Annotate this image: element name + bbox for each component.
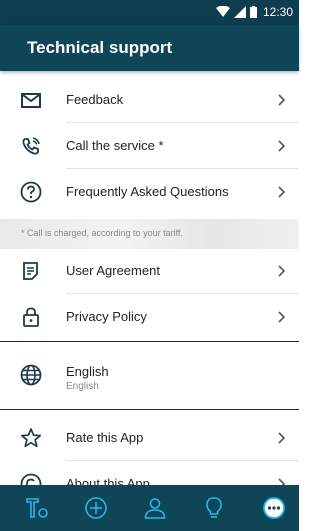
status-time: 12:30 [262, 5, 293, 19]
copyright-icon [20, 473, 42, 485]
menu-item-rate-app[interactable]: Rate this App [0, 415, 299, 461]
chevron-right-icon [278, 311, 286, 323]
chevron-right-icon [278, 186, 286, 198]
tariff-note-text: * Call is charged, according to your tar… [21, 228, 183, 238]
star-icon [20, 428, 42, 448]
globe-icon [20, 364, 42, 386]
menu-item-label: Call the service * [66, 138, 164, 153]
menu-item-call-service[interactable]: Call the service * [0, 123, 299, 169]
menu-item-feedback[interactable]: Feedback [0, 77, 299, 123]
menu-item-label: Rate this App [66, 430, 144, 445]
menu-item-label: Privacy Policy [66, 309, 147, 324]
chevron-right-icon [278, 265, 286, 277]
bottom-nav [0, 485, 299, 531]
chevron-right-icon [278, 94, 286, 106]
menu-item-label: Frequently Asked Questions [66, 184, 229, 199]
wifi-icon [215, 6, 230, 17]
profile-icon[interactable] [143, 496, 167, 520]
section-divider [0, 409, 299, 410]
chevron-right-icon [278, 478, 286, 485]
phone-icon [22, 137, 40, 155]
page-title: Technical support [27, 38, 173, 57]
chevron-right-icon [278, 140, 286, 152]
menu-item-faq[interactable]: Frequently Asked Questions [0, 169, 299, 215]
chevron-right-icon [278, 432, 286, 444]
question-circle-icon [20, 181, 42, 203]
app-bar: Technical support [0, 25, 299, 71]
menu-item-user-agreement[interactable]: User Agreement [0, 248, 299, 294]
menu-item-language[interactable]: English English [0, 342, 299, 408]
menu-item-privacy-policy[interactable]: Privacy Policy [0, 294, 299, 340]
lock-icon [23, 307, 39, 327]
menu-item-label: User Agreement [66, 263, 160, 278]
language-value: English [66, 381, 99, 392]
signal-icon [233, 6, 246, 18]
status-bar: 12:30 [0, 0, 299, 25]
document-icon [23, 262, 38, 280]
tools-icon[interactable] [25, 496, 49, 520]
settings-list: Feedback Call the service * Frequently A… [0, 71, 299, 485]
more-icon[interactable] [262, 496, 286, 520]
menu-item-about-app[interactable]: About this App [0, 461, 299, 485]
menu-item-label: Feedback [66, 92, 124, 107]
status-icons: 12:30 [215, 5, 293, 19]
menu-item-label: About this App [66, 476, 150, 485]
mail-icon [21, 93, 41, 108]
plus-circle-icon[interactable] [84, 496, 108, 520]
battery-icon [249, 6, 257, 18]
tariff-note: * Call is charged, according to your tar… [0, 219, 299, 249]
lightbulb-icon[interactable] [202, 496, 226, 520]
language-label: English [66, 364, 109, 379]
